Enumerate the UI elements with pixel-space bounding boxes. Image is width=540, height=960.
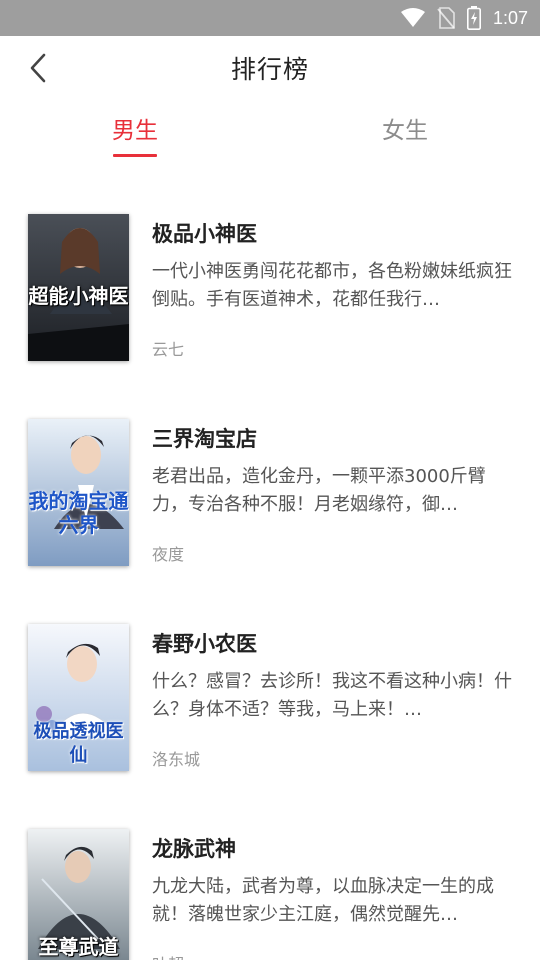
book-cover: 我的淘宝通六界: [28, 419, 129, 566]
book-author: 洛东城: [152, 750, 201, 769]
tab-male-label: 男生: [112, 118, 158, 144]
book-cover: 至尊武道: [28, 829, 129, 960]
top-app-bar: 排行榜: [0, 36, 540, 100]
tab-active-indicator: [113, 154, 157, 157]
wifi-icon: [400, 8, 425, 27]
book-author: 云七: [152, 340, 185, 359]
cover-title: 极品透视医仙: [33, 721, 124, 766]
book-item[interactable]: 极品透视医仙 春野小农医 什么？感冒？去诊所！我这不看这种小病！什么？身体不适？…: [0, 624, 540, 794]
book-item[interactable]: 至尊武道 龙脉武神 九龙大陆，武者为尊，以血脉决定一生的成就！落魄世家少主江庭，…: [0, 829, 540, 960]
book-item[interactable]: 超能小神医 极品小神医 一代小神医勇闯花花都市，各色粉嫩妹纸疯狂倒贴。手有医道神…: [0, 214, 540, 384]
status-bar: 1:07: [0, 0, 540, 36]
tab-female[interactable]: 女生: [345, 106, 465, 162]
book-author: 叶超: [152, 951, 184, 960]
gender-tabs: 男生 女生: [0, 106, 540, 162]
tab-male[interactable]: 男生: [75, 106, 195, 162]
battery-charging-icon: [466, 6, 481, 30]
book-description: 什么？感冒？去诊所！我这不看这种小病！什么？身体不适？等我，马上来！…: [152, 671, 512, 720]
tab-female-label: 女生: [382, 118, 428, 144]
book-title: 龙脉武神: [152, 837, 236, 861]
book-title: 三界淘宝店: [152, 427, 257, 451]
book-description: 九龙大陆，武者为尊，以血脉决定一生的成就！落魄世家少主江庭，偶然觉醒先…: [152, 876, 494, 925]
book-item[interactable]: 我的淘宝通六界 三界淘宝店 老君出品，造化金丹，一颗平添3000斤臂力，专治各种…: [0, 419, 540, 589]
book-title: 极品小神医: [152, 222, 257, 246]
chevron-left-icon: [30, 53, 46, 83]
book-description: 一代小神医勇闯花花都市，各色粉嫩妹纸疯狂倒贴。手有医道神术，花都任我行…: [152, 261, 512, 310]
cover-title: 至尊武道: [38, 935, 119, 959]
book-cover: 超能小神医: [28, 214, 129, 361]
no-sim-icon: [437, 7, 455, 29]
cover-title: 我的淘宝通六界: [28, 489, 129, 537]
book-author: 夜度: [152, 545, 185, 564]
book-title: 春野小农医: [152, 632, 257, 656]
cover-title: 超能小神医: [28, 284, 129, 308]
book-cover: 极品透视医仙: [28, 624, 129, 771]
book-description: 老君出品，造化金丹，一颗平添3000斤臂力，专治各种不服！月老姻缘符，御…: [152, 466, 486, 515]
status-time: 1:07: [492, 7, 528, 28]
page-title: 排行榜: [230, 55, 309, 84]
back-button[interactable]: [22, 52, 54, 84]
